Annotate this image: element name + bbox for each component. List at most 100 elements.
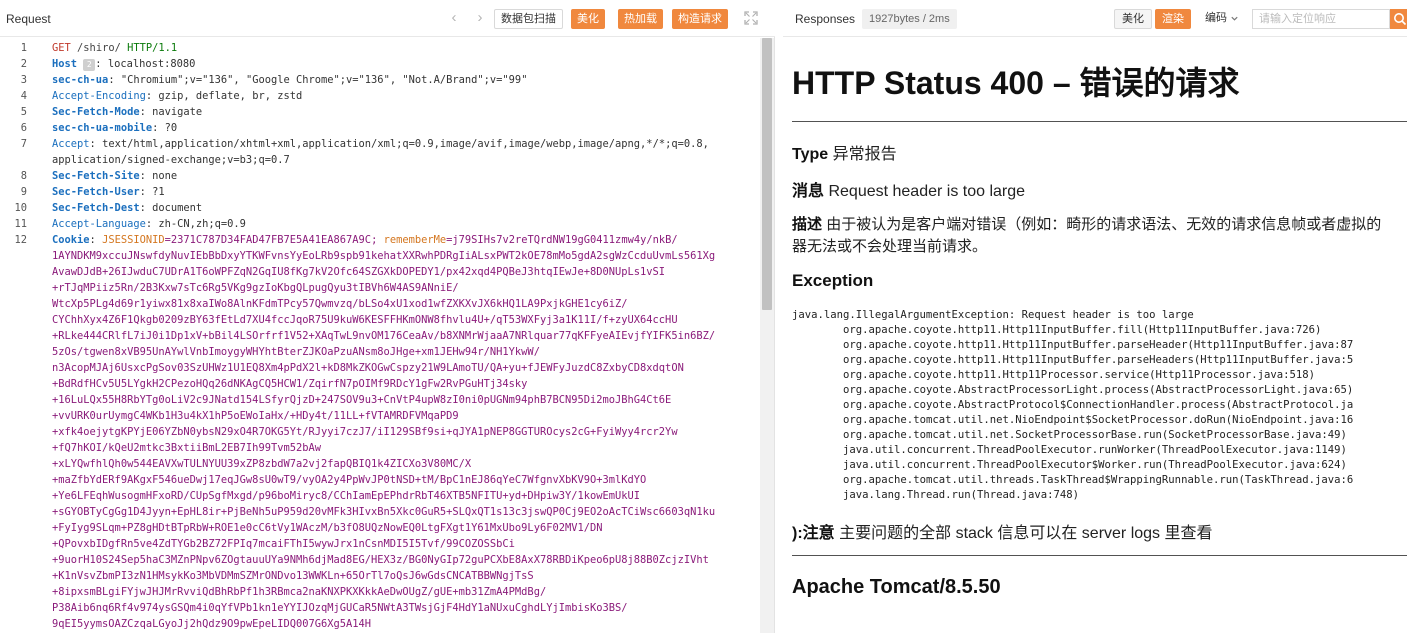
- cookie-value-continued: 1AYNDKM9xccuJNswfdyNuvIEbBbDxyYTKWFvnsYy…: [52, 250, 716, 262]
- line-number: 1: [20, 42, 27, 54]
- cookie-value-continued: +K1nVsvZbmPI3zN1HMsykKo3MbVDMmSZMrONDvo1…: [52, 570, 534, 582]
- cookie-name: JSESSIONID: [102, 234, 165, 246]
- message-label: 消息: [792, 183, 825, 200]
- header-value: navigate: [152, 106, 203, 118]
- code-line: +rTJqMPiiz5Rn/2B3Kxw7sTc6Rg5VKg9gzIoKbgQ…: [0, 280, 760, 296]
- divider: [792, 555, 1407, 556]
- cookie-value-continued: +maZfbYdERf9AKgxF546ueDwj17eqJGw8sU0wT9/…: [52, 474, 647, 486]
- line-content: +fQ7hKOI/kQeU2mtkc3BxtiiBmL2EB7Ih99Tvm52…: [52, 440, 321, 456]
- line-number: 11: [14, 218, 27, 230]
- header-name: Cookie: [52, 234, 90, 246]
- cookie-value-continued: +rTJqMPiiz5Rn/2B3Kxw7sTc6Rg5VKg9gzIoKbgQ…: [52, 282, 459, 294]
- cookie-value-continued: 9qEI5yymsOAZCzqaLGyoJj2hQdz9O9pwEpeLIDQ0…: [52, 618, 372, 630]
- chevron-left-icon[interactable]: ‹: [447, 9, 461, 27]
- line-content: WtcXp5PLg4d69r1yiwx81x8xaIWo8AlnKFdmTPcy…: [52, 296, 628, 312]
- search-button[interactable]: [1390, 9, 1407, 29]
- cookie-value-continued: AvawDJdB+26IJwduC7UDrA1T6oWPFZqN2GqIU8fK…: [52, 266, 666, 278]
- type-label: Type: [792, 146, 829, 163]
- encoding-select[interactable]: 编码: [1199, 9, 1247, 29]
- header-name: Sec-Fetch-Dest: [52, 202, 140, 214]
- request-toolbar: Request ‹ › 数据包扫描 美化 热加载 构造请求: [0, 0, 775, 37]
- code-line: 11 Accept-Language: zh-CN,zh;q=0.9: [0, 216, 760, 232]
- code-line: +FyIyg9SLqm+PZ8gHDtBTpRbW+ROE1e0cC6tVy1W…: [0, 520, 760, 536]
- packet-scan-button[interactable]: 数据包扫描: [494, 9, 563, 29]
- code-line: 5zOs/tgwen8xVB95UnAYwlVnbImoygyWHYhtBter…: [0, 344, 760, 360]
- code-line: +8ipxsmBLgiFYjwJHJMrRvviQdBhRbPf1h3RBmca…: [0, 584, 760, 600]
- cookie-value-continued: +xfk4oejytgKPYjE06YZbN0ybsN29xO4R7OKG5Yt…: [52, 426, 678, 438]
- beautify-response-button[interactable]: 美化: [1114, 9, 1152, 29]
- request-panel: Request ‹ › 数据包扫描 美化 热加载 构造请求 1 GET /shir…: [0, 0, 775, 633]
- line-content: Host 2: localhost:8080: [52, 56, 195, 72]
- line-content: Sec-Fetch-Site: none: [52, 168, 177, 184]
- stack-trace-line: org.apache.coyote.AbstractProtocol$Conne…: [792, 399, 1354, 411]
- header-name: Sec-Fetch-User: [52, 186, 140, 198]
- request-scrollbar-thumb[interactable]: [762, 38, 772, 310]
- code-line: +Ye6LFEqhWusogmHFxoRD/CUpSgfMxgd/p96boMi…: [0, 488, 760, 504]
- cookie-value-continued: WtcXp5PLg4d69r1yiwx81x8xaIWo8AlnKFdmTPcy…: [52, 298, 628, 310]
- header-name: sec-ch-ua: [52, 74, 109, 86]
- stack-trace-line: org.apache.coyote.http11.Http11InputBuff…: [792, 339, 1354, 351]
- code-line: application/signed-exchange;v=b3;q=0.7: [0, 152, 760, 168]
- line-content: +xLYQwfhlQh0w544EAVXwTULNYUU39xZP8zbdW7a…: [52, 456, 471, 472]
- code-line: 10 Sec-Fetch-Dest: document: [0, 200, 760, 216]
- code-line: 9qEI5yymsOAZCzqaLGyoJj2hQdz9O9pwEpeLIDQ0…: [0, 616, 760, 632]
- line-content: +9uorH10S24Sep5haC3MZnPNpv6ZOgtauuUYa9NM…: [52, 552, 709, 568]
- line-content: sec-ch-ua-mobile: ?0: [52, 120, 177, 136]
- code-line: 12 Cookie: JSESSIONID=2371C787D34FAD47FB7…: [0, 232, 760, 248]
- request-editor[interactable]: 1 GET /shiro/ HTTP/1.1 2 Host 2: localhost:…: [0, 38, 760, 633]
- code-line: n3AcopMJAj6UsxcPgSov03SzUHWz1U1EQ8Xm4pPd…: [0, 360, 760, 376]
- code-line: 5 Sec-Fetch-Mode: navigate: [0, 104, 760, 120]
- cookie-value-continued: CYChhXyx4Z6F1Qkgb0209zBY63fEtLd7XU4fccJq…: [52, 314, 678, 326]
- hot-load-button[interactable]: 热加载: [618, 9, 663, 29]
- code-line: P38Aib6nq6Rf4v974ysGSQm4i0qYfVPb1kn1eYYI…: [0, 600, 760, 616]
- line-content: 9qEI5yymsOAZCzqaLGyoJj2hQdz9O9pwEpeLIDQ0…: [52, 616, 371, 632]
- note-value: 主要问题的全部 stack 信息可以在 server logs 里查看: [839, 525, 1213, 542]
- header-value: ?1: [152, 186, 165, 198]
- cookie-name: rememberMe: [383, 234, 447, 246]
- server-version: Apache Tomcat/8.5.50: [792, 576, 1001, 598]
- locate-response-input[interactable]: [1252, 9, 1390, 29]
- code-line: CYChhXyx4Z6F1Qkgb0209zBY63fEtLd7XU4fccJq…: [0, 312, 760, 328]
- separator: :: [139, 106, 153, 118]
- line-content: GET /shiro/ HTTP/1.1: [52, 40, 177, 56]
- header-value: gzip, deflate, br, zstd: [158, 90, 303, 102]
- header-name: Host: [52, 58, 78, 70]
- code-line: 4 Accept-Encoding: gzip, deflate, br, zst…: [0, 88, 760, 104]
- code-line: +16LuLQx55H8RbYTg0oLiV2c9JNatd154LSfyrQj…: [0, 392, 760, 408]
- cookie-value-continued: +8ipxsmBLgiFYjwJHJMrRvviQdBhRbPf1h3RBmca…: [52, 586, 547, 598]
- separator: :: [108, 74, 121, 86]
- note-line: ):注意 主要问题的全部 stack 信息可以在 server logs 里查看: [792, 519, 1213, 543]
- cookie-value: =2371C787D34FAD47FB7E5A41EA867A9C;: [164, 234, 378, 246]
- expand-icon[interactable]: [743, 10, 759, 26]
- message-line: 消息 Request header is too large: [792, 177, 1025, 201]
- error-heading: HTTP Status 400 – 错误的请求: [792, 65, 1240, 101]
- build-request-button[interactable]: 构造请求: [672, 9, 728, 29]
- code-line: 9 Sec-Fetch-User: ?1: [0, 184, 760, 200]
- cookie-value-continued: P38Aib6nq6Rf4v974ysGSQm4i0qYfVPb1kn1eYYI…: [52, 602, 628, 614]
- cookie-value-continued: +16LuLQx55H8RbYTg0oLiV2c9JNatd154LSfyrQj…: [52, 394, 672, 406]
- code-line: +sGYOBTyCgGg1D4Jyyn+EpHL8ir+PjBeNh5uP959…: [0, 504, 760, 520]
- beautify-request-button[interactable]: 美化: [571, 9, 605, 29]
- line-number: 2: [20, 58, 27, 70]
- cookie-value-continued: +QPovxbIDgfRn5ve4ZdTYGb2BZ72FPIq7mcaiFTh…: [52, 538, 515, 550]
- cookie-value-continued: +fQ7hKOI/kQeU2mtkc3BxtiiBmL2EB7Ih99Tvm52…: [52, 442, 321, 454]
- render-button[interactable]: 渲染: [1155, 9, 1191, 29]
- line-content: +16LuLQx55H8RbYTg0oLiV2c9JNatd154LSfyrQj…: [52, 392, 671, 408]
- chevron-right-icon[interactable]: ›: [473, 9, 487, 27]
- cookie-value: =j79SIHs7v2reTQrdNW19gG0411zmw4y/nkB/: [446, 234, 678, 246]
- cookie-value-continued: +9uorH10S24Sep5haC3MZnPNpv6ZOgtauuUYa9NM…: [52, 554, 709, 566]
- header-value: none: [152, 170, 178, 182]
- code-line: +RLke444CRlfL7iJ0i1Dp1xV+bBil4LSOrfrf1V5…: [0, 328, 760, 344]
- line-content: AvawDJdB+26IJwduC7UDrA1T6oWPFZqN2GqIU8fK…: [52, 264, 665, 280]
- stack-trace-line: java.util.concurrent.ThreadPoolExecutor$…: [792, 459, 1347, 471]
- exception-heading: Exception: [792, 271, 874, 290]
- separator: :: [145, 90, 159, 102]
- code-line: 1AYNDKM9xccuJNswfdyNuvIEbBbDxyYTKWFvnsYy…: [0, 248, 760, 264]
- line-content: 1AYNDKM9xccuJNswfdyNuvIEbBbDxyYTKWFvnsYy…: [52, 248, 715, 264]
- header-value: localhost:8080: [107, 58, 196, 70]
- cookie-value-continued: +sGYOBTyCgGg1D4Jyyn+EpHL8ir+PjBeNh5uP959…: [52, 506, 716, 518]
- description-label: 描述: [792, 216, 823, 233]
- description-line-2: 器无法或不会处理当前请求。: [792, 238, 988, 255]
- header-value: "Chromium";v="136", "Google Chrome";v="1…: [120, 74, 528, 86]
- header-name: sec-ch-ua-mobile: [52, 122, 153, 134]
